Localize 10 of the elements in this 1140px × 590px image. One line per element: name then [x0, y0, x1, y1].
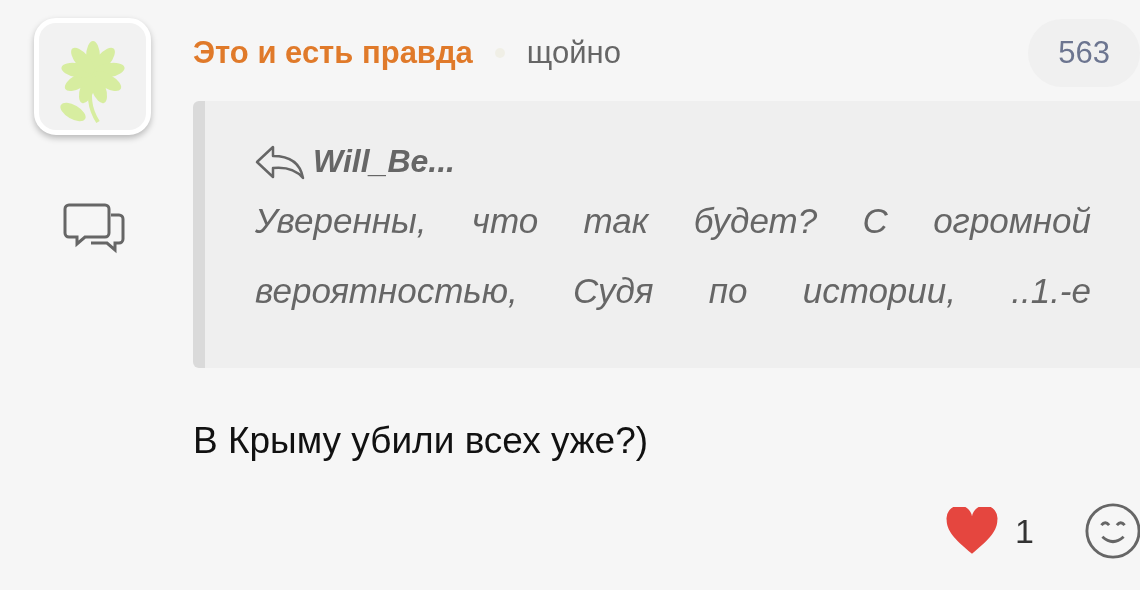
- post-time: щойно: [526, 35, 621, 71]
- comment-count: 563: [1028, 19, 1140, 87]
- author-name[interactable]: Это и есть правда: [193, 35, 473, 71]
- quoted-author[interactable]: Will_Be...: [313, 143, 455, 180]
- smiley-icon[interactable]: [1084, 502, 1140, 560]
- reaction-count: 1: [1015, 511, 1034, 551]
- reply-icon: [255, 143, 305, 180]
- comment-text: В Крыму убили всех уже?): [193, 420, 650, 462]
- quoted-text: Уверенны, что так будет? С огромной вероятностью, Судя по истории, ..1.-е: [255, 200, 1091, 312]
- heart-icon[interactable]: [945, 507, 1000, 555]
